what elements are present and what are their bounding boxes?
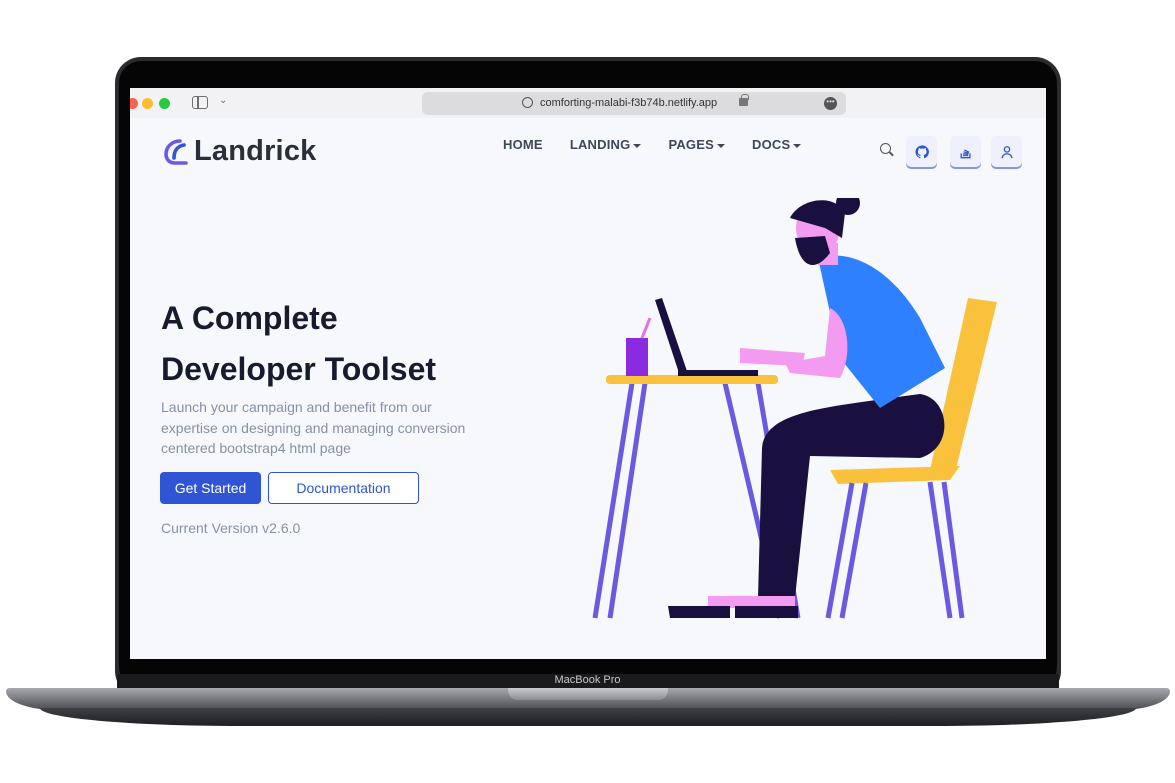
github-button[interactable] xyxy=(906,136,937,167)
user-icon xyxy=(1001,145,1012,158)
address-bar[interactable]: comforting-malabi-f3b74b.netlify.app ••• xyxy=(422,92,846,115)
nav-item-landing[interactable]: LANDING xyxy=(570,137,642,152)
caret-down-icon xyxy=(793,143,802,148)
browser-toolbar: ⌄ comforting-malabi-f3b74b.netlify.app •… xyxy=(130,88,1046,118)
caret-down-icon xyxy=(717,143,725,148)
stackoverflow-icon xyxy=(960,148,971,158)
globe-icon xyxy=(522,97,533,108)
nav-item-home[interactable]: HOME xyxy=(503,137,543,152)
close-window-button[interactable] xyxy=(130,98,138,109)
sidebar-toggle-icon[interactable] xyxy=(192,96,208,109)
user-account-button[interactable] xyxy=(991,136,1022,167)
browser-screen: ⌄ comforting-malabi-f3b74b.netlify.app •… xyxy=(130,88,1046,659)
fullscreen-window-button[interactable] xyxy=(159,98,170,109)
github-icon xyxy=(914,144,929,158)
search-icon[interactable] xyxy=(880,143,891,154)
landrick-logo-icon xyxy=(164,138,188,165)
stackoverflow-button[interactable] xyxy=(950,136,981,167)
get-started-button[interactable]: Get Started xyxy=(160,472,261,504)
brand-name: Landrick xyxy=(194,135,317,167)
minimize-window-button[interactable] xyxy=(142,98,153,109)
nav-item-docs[interactable]: DOCS xyxy=(752,137,802,152)
nav-item-pages[interactable]: PAGES xyxy=(668,137,725,152)
laptop-base-bottom xyxy=(40,708,1136,726)
more-options-icon[interactable]: ••• xyxy=(824,97,837,110)
caret-down-icon xyxy=(633,143,642,148)
documentation-button[interactable]: Documentation xyxy=(268,472,419,504)
laptop-notch xyxy=(508,688,668,700)
hero-description: Launch your campaign and benefit from ou… xyxy=(161,399,466,456)
brand-logo[interactable]: Landrick xyxy=(160,135,316,168)
developer-illustration xyxy=(592,198,997,619)
hero-title: A Complete Developer Toolset xyxy=(161,300,437,387)
lock-icon xyxy=(739,94,749,106)
main-nav: HOME LANDING PAGES DOCS xyxy=(503,137,802,152)
chevron-down-icon[interactable]: ⌄ xyxy=(219,95,227,106)
url-text[interactable]: comforting-malabi-f3b74b.netlify.app xyxy=(540,97,717,109)
device-label: MacBook Pro xyxy=(554,674,621,686)
version-text: Current Version v2.6.0 xyxy=(161,520,301,536)
